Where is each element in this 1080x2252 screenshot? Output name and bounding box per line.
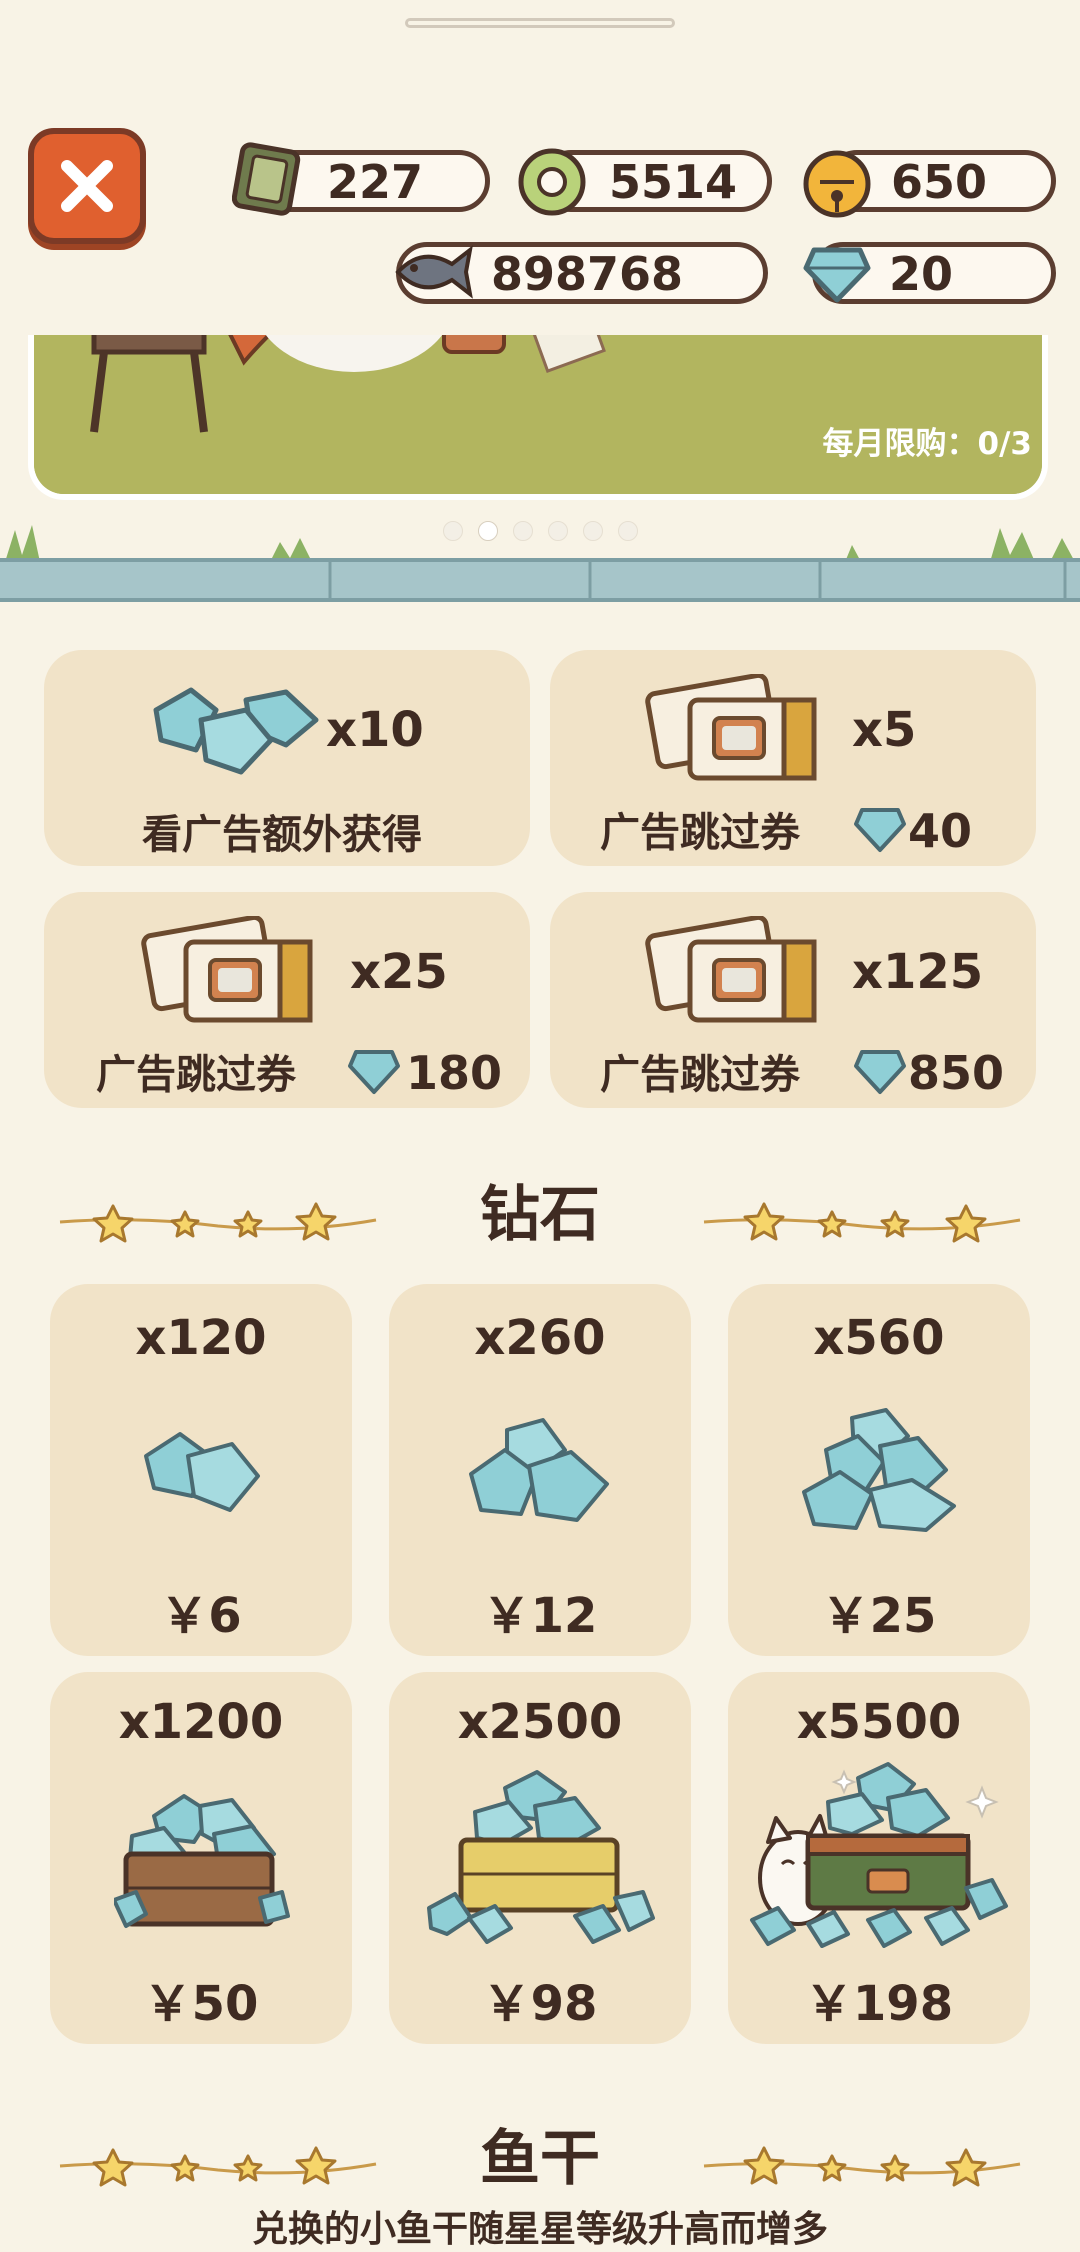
star-garland-left bbox=[59, 2146, 377, 2187]
diamond-pack-card[interactable]: x120 ￥6 bbox=[50, 1284, 352, 1656]
ad-ticket-icon bbox=[232, 142, 301, 216]
offer-quantity: x25 bbox=[350, 944, 448, 1000]
diamond-pack-icon bbox=[144, 1432, 260, 1512]
ad-skip-ticket-icon bbox=[141, 916, 313, 1023]
pack-price: ￥98 bbox=[482, 1976, 598, 2032]
diamond-pack-icon bbox=[802, 1408, 956, 1532]
close-icon bbox=[61, 160, 113, 212]
diamond-icon bbox=[348, 1050, 400, 1094]
bell-icon bbox=[803, 150, 871, 218]
fish-count: 898768 bbox=[491, 247, 684, 301]
offer-quantity: x10 bbox=[326, 702, 424, 758]
diamond-pack-card[interactable]: x5500 ￥198 bbox=[728, 1672, 1030, 2044]
diamond-count: 20 bbox=[889, 247, 954, 301]
offer-card-skip-ticket-5[interactable]: x5 广告跳过券 40 bbox=[550, 650, 1036, 866]
offer-price: 40 bbox=[908, 804, 973, 858]
monthly-limit-text: 每月限购：0/3 bbox=[822, 426, 1032, 462]
diamond-pack-card[interactable]: x1200 ￥50 bbox=[50, 1672, 352, 2044]
pack-price: ￥25 bbox=[821, 1588, 937, 1644]
diamond-crate-cat-icon bbox=[750, 1762, 1008, 1948]
pack-quantity: x260 bbox=[474, 1310, 606, 1366]
offer-card-ad-bonus[interactable]: x10 看广告额外获得 bbox=[44, 650, 530, 866]
pack-price: ￥6 bbox=[160, 1588, 242, 1644]
offer-price: 180 bbox=[406, 1046, 503, 1100]
offer-quantity: x5 bbox=[852, 702, 917, 758]
star-garland-left bbox=[59, 1202, 377, 1243]
coin-icon bbox=[518, 148, 586, 216]
fish-section-title: 鱼干 bbox=[480, 2124, 600, 2194]
pack-price: ￥50 bbox=[143, 1976, 259, 2032]
star-garland-right bbox=[703, 1202, 1021, 1243]
pack-quantity: x5500 bbox=[796, 1694, 962, 1750]
offer-card-skip-ticket-125[interactable]: x125 广告跳过券 850 bbox=[550, 892, 1036, 1108]
offer-price: 850 bbox=[908, 1046, 1005, 1100]
diamond-crate-icon bbox=[427, 1770, 655, 1944]
diamond-pack-icon bbox=[469, 1418, 609, 1522]
pack-price: ￥198 bbox=[804, 1976, 954, 2032]
ad-skip-ticket-icon bbox=[645, 674, 817, 781]
pack-quantity: x2500 bbox=[457, 1694, 623, 1750]
diamond-section-title: 钻石 bbox=[480, 1180, 600, 1250]
diamond-pile-icon bbox=[153, 687, 319, 775]
offer-label: 广告跳过券 bbox=[600, 1052, 800, 1098]
offer-quantity: x125 bbox=[852, 944, 984, 1000]
drag-handle[interactable] bbox=[405, 18, 675, 28]
diamond-icon bbox=[854, 808, 906, 852]
offer-label: 看广告额外获得 bbox=[142, 812, 422, 858]
pack-quantity: x120 bbox=[135, 1310, 267, 1366]
ad-ticket-count: 227 bbox=[327, 155, 424, 209]
diamond-icon bbox=[803, 247, 871, 303]
offer-card-skip-ticket-25[interactable]: x25 广告跳过券 180 bbox=[44, 892, 530, 1108]
road-divider bbox=[0, 558, 1080, 602]
bell-count: 650 bbox=[891, 155, 988, 209]
diamond-crate-icon bbox=[114, 1794, 290, 1928]
coin-count: 5514 bbox=[609, 155, 738, 209]
diamond-icon bbox=[854, 1050, 906, 1094]
star-garland-right bbox=[703, 2146, 1021, 2187]
diamond-pack-card[interactable]: x2500 ￥98 bbox=[389, 1672, 691, 2044]
diamond-pack-card[interactable]: x260 ￥12 bbox=[389, 1284, 691, 1656]
top-bar: 227 5514 650 898768 20 bbox=[0, 0, 1080, 335]
pack-quantity: x1200 bbox=[118, 1694, 284, 1750]
close-button[interactable] bbox=[28, 128, 146, 244]
diamond-pack-card[interactable]: x560 ￥25 bbox=[728, 1284, 1030, 1656]
fish-icon bbox=[395, 245, 473, 299]
fish-section-subtitle: 兑换的小鱼干随星星等级升高而增多 bbox=[251, 2209, 828, 2250]
offer-label: 广告跳过券 bbox=[600, 810, 800, 856]
ad-skip-ticket-icon bbox=[645, 916, 817, 1023]
offer-label: 广告跳过券 bbox=[96, 1052, 296, 1098]
pack-quantity: x560 bbox=[813, 1310, 945, 1366]
pack-price: ￥12 bbox=[482, 1588, 598, 1644]
